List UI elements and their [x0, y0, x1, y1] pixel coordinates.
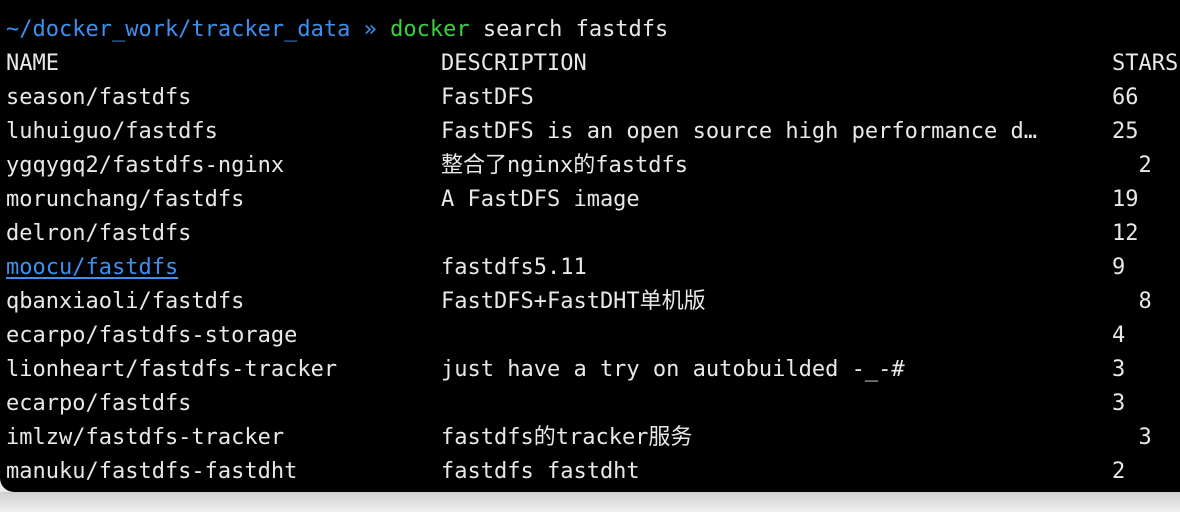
repo-stars: 19 — [1112, 187, 1139, 212]
repo-description: A FastDFS image — [441, 187, 640, 212]
repo-stars: 12 — [1112, 221, 1139, 246]
repo-name: ecarpo/fastdfs-storage — [6, 323, 298, 348]
repo-stars: 9 — [1112, 255, 1126, 280]
repo-name: imlzw/fastdfs-tracker — [6, 425, 285, 450]
table-row: manuku/fastdfs-fastdht fastdfs fastdht 2 — [0, 455, 1180, 489]
repo-description: fastdfs fastdht — [441, 459, 640, 484]
repo-stars: 2 — [1112, 459, 1126, 484]
table-row: moocu/fastdfs fastdfs5.11 9 — [0, 251, 1180, 285]
table-row: season/fastdfs FastDFS 66 — [0, 81, 1180, 115]
table-row: imlzw/fastdfs-tracker fastdfs的tracker服务 3 — [0, 421, 1180, 455]
repo-name: lionheart/fastdfs-tracker — [6, 357, 338, 382]
repo-stars: 3 — [1112, 357, 1126, 382]
repo-description: 整合了nginx的fastdfs — [441, 153, 688, 178]
repo-stars: 3 — [1138, 425, 1152, 450]
repo-description: FastDFS — [441, 85, 534, 110]
repo-description: FastDFS+FastDHT单机版 — [441, 289, 706, 314]
repo-stars: 66 — [1112, 85, 1139, 110]
repo-name: ygqygq2/fastdfs-nginx — [6, 153, 285, 178]
table-header: NAME DESCRIPTION STARS — [0, 47, 1180, 81]
repo-description: fastdfs的tracker服务 — [441, 425, 693, 450]
repo-name: season/fastdfs — [6, 85, 192, 110]
repo-stars: 3 — [1112, 391, 1126, 416]
header-description: DESCRIPTION — [441, 51, 587, 76]
table-row: luhuiguo/fastdfs FastDFS is an open sourc… — [0, 115, 1180, 149]
repo-stars: 25 — [1112, 119, 1139, 144]
repo-stars: 2 — [1138, 153, 1152, 178]
window-shadow — [0, 492, 1180, 512]
repo-name: ecarpo/fastdfs — [6, 391, 192, 416]
repo-description: FastDFS is an open source high performan… — [441, 119, 1038, 144]
prompt-separator: » — [363, 17, 377, 42]
repo-stars: 8 — [1138, 289, 1152, 314]
repo-name: qbanxiaoli/fastdfs — [6, 289, 245, 314]
repo-name-link[interactable]: moocu/fastdfs — [6, 251, 178, 285]
table-row: lionheart/fastdfs-tracker just have a try… — [0, 353, 1180, 387]
prompt-path: ~/docker_work/tracker_data — [6, 17, 351, 42]
prompt-arguments: search fastdfs — [482, 17, 669, 42]
repo-name: delron/fastdfs — [6, 221, 192, 246]
repo-name: morunchang/fastdfs — [6, 187, 245, 212]
table-row: morunchang/fastdfs A FastDFS image 19 — [0, 183, 1180, 217]
repo-description: just have a try on autobuilded -_-# — [441, 357, 905, 382]
prompt-line: ~/docker_work/tracker_data » docker sear… — [0, 13, 1180, 47]
repo-description: fastdfs5.11 — [441, 255, 587, 280]
header-stars: STARS — [1112, 51, 1179, 76]
table-row: ygqygq2/fastdfs-nginx 整合了nginx的fastdfs 2 — [0, 149, 1180, 183]
prompt-command: docker — [390, 17, 470, 42]
repo-name: luhuiguo/fastdfs — [6, 119, 218, 144]
repo-name: manuku/fastdfs-fastdht — [6, 459, 298, 484]
repo-stars: 4 — [1112, 323, 1126, 348]
terminal-window[interactable]: ~/docker_work/tracker_data » docker sear… — [0, 0, 1180, 492]
table-row: qbanxiaoli/fastdfs FastDFS+FastDHT单机版 8 — [0, 285, 1180, 319]
table-row: delron/fastdfs 12 — [0, 217, 1180, 251]
table-row: ecarpo/fastdfs 3 — [0, 387, 1180, 421]
header-name: NAME — [6, 51, 59, 76]
table-row: ecarpo/fastdfs-storage 4 — [0, 319, 1180, 353]
